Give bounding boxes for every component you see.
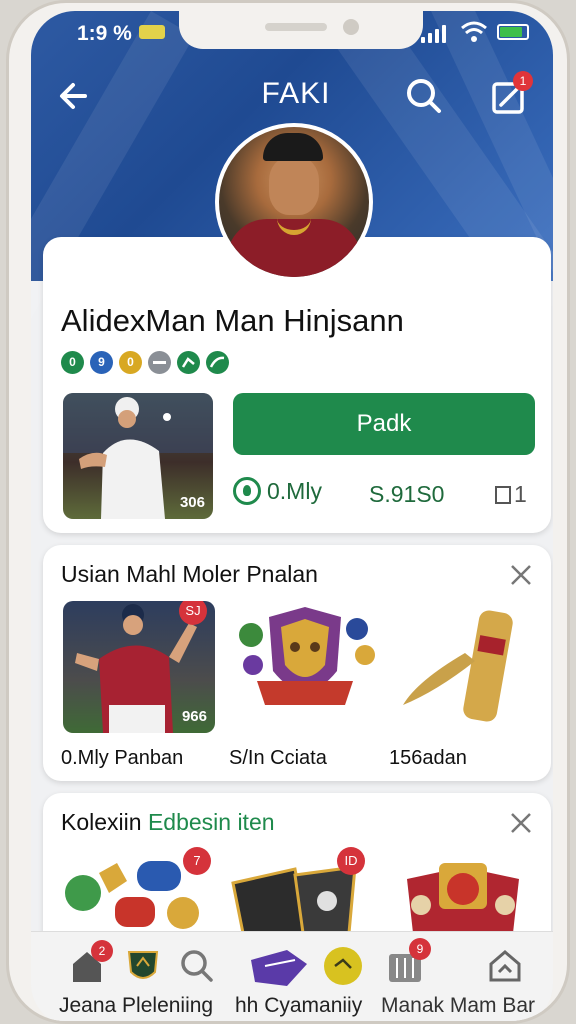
search-icon[interactable] (403, 75, 445, 117)
suggestion-card: Usian Mahl Moler Pnalan 966 SJ 0.Mly Pan… (43, 545, 551, 781)
wifi-icon (461, 21, 487, 49)
battery-icon (497, 24, 529, 40)
tile-badge: 7 (183, 847, 211, 875)
stat-right: 1 (495, 481, 527, 508)
badge-icon[interactable]: 9 (90, 351, 113, 374)
section-title: Kolexiin Edbesin iten (61, 809, 275, 835)
player-photo[interactable]: 306 (63, 393, 213, 519)
nav-badge: 9 (409, 938, 431, 960)
status-time: 1:9 % (77, 22, 132, 45)
close-icon[interactable] (507, 561, 535, 589)
page-title: FAKI (261, 77, 331, 110)
profile-card: AlidexMan Man Hinjsann 0 9 0 306 Padk 0.… (43, 237, 551, 533)
player-card[interactable]: 966 SJ (63, 601, 215, 733)
stat-left: 0.Mly (233, 477, 322, 505)
badge-icon[interactable]: 0 (119, 351, 142, 374)
close-icon[interactable] (507, 809, 535, 837)
device-notch (179, 11, 423, 49)
badge-icon[interactable]: 0 (61, 351, 84, 374)
status-indicator-icon (139, 25, 165, 39)
home-outline-icon[interactable] (485, 946, 525, 986)
profile-name: AlidexMan Man Hinjsann (61, 303, 404, 338)
tile-label: 0.Mly Panban (61, 747, 184, 769)
back-icon[interactable] (55, 75, 97, 117)
mascot-crest-tile[interactable] (387, 853, 539, 933)
notification-badge: 1 (513, 71, 533, 91)
badge-icon[interactable] (148, 351, 171, 374)
stat-middle: S.91S0 (369, 481, 445, 507)
nav-label[interactable]: Manak Mam Bar (381, 994, 535, 1018)
tile-caption: 966 (181, 708, 207, 725)
drop-icon (233, 477, 261, 505)
bottom-navigation: 2 9 Jeana Pleleniing hh Cyamaniiy Manak … (31, 931, 553, 1021)
search-icon[interactable] (177, 946, 217, 986)
stats-icon[interactable]: 9 (385, 938, 431, 986)
crest-trophy[interactable] (229, 601, 381, 733)
trend-icon[interactable] (206, 351, 229, 374)
tile-label: S/In Cciata (229, 747, 327, 769)
leaf-icon[interactable] (177, 351, 200, 374)
avatar[interactable] (215, 123, 373, 281)
app-screen: 1:9 % FAKI 1 AlidexMan Man Hinjsann 0 9 … (31, 11, 553, 1021)
badge-row: 0 9 0 (61, 351, 229, 374)
calendar-icon (495, 486, 511, 504)
card-pack-tile[interactable]: ID (229, 847, 381, 935)
edit-icon[interactable]: 1 (489, 71, 533, 117)
collectibles-tile[interactable]: 7 (63, 847, 215, 933)
tile-label: 156adan (389, 747, 467, 769)
torch-item[interactable] (387, 601, 539, 733)
jersey-pack-icon[interactable] (247, 946, 327, 986)
section-title: Usian Mahl Moler Pnalan (61, 561, 318, 587)
tile-badge: ID (337, 847, 365, 875)
signal-icon (421, 25, 451, 43)
phone-frame: 1:9 % FAKI 1 AlidexMan Man Hinjsann 0 9 … (6, 0, 570, 1024)
nav-label[interactable]: Jeana Pleleniing (59, 994, 213, 1018)
primary-action-button[interactable]: Padk (233, 393, 535, 455)
coin-icon[interactable] (323, 946, 363, 986)
nav-badge: 2 (91, 940, 113, 962)
nav-label[interactable]: hh Cyamaniiy (235, 994, 362, 1018)
photo-caption: 306 (179, 494, 205, 511)
shield-icon[interactable] (123, 946, 163, 986)
home-icon[interactable]: 2 (67, 940, 113, 986)
